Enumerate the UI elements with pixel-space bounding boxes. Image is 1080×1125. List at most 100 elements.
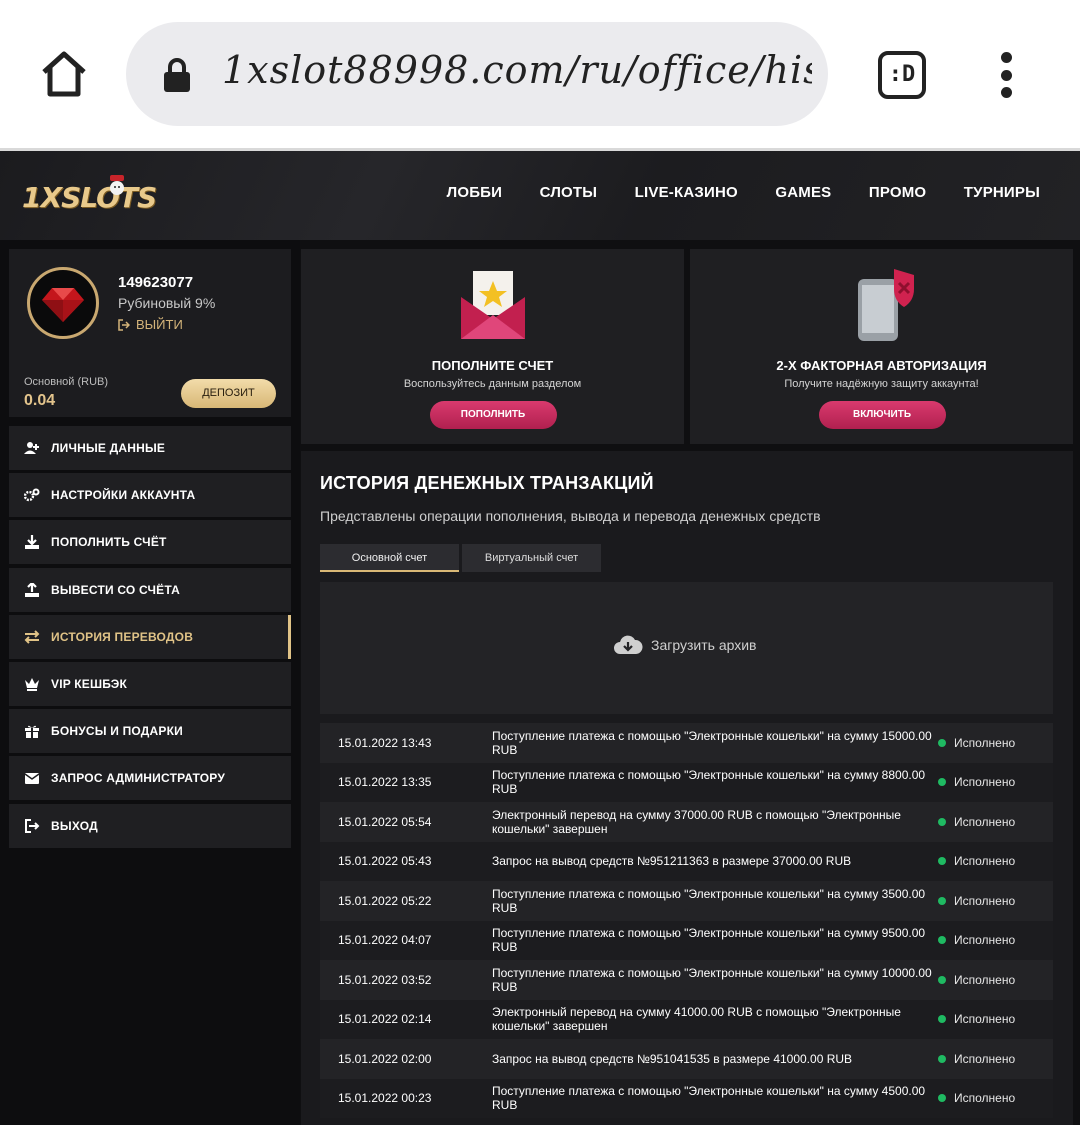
account-sidebar: 149623077 Рубиновый 9% ВЫЙТИ Основной (R… — [0, 240, 300, 1125]
tx-status-label: Исполнено — [954, 775, 1016, 790]
deposit-button[interactable]: ДЕПОЗИТ — [181, 379, 276, 408]
tx-description: Электронный перевод на сумму 41000.00 RU… — [492, 1005, 901, 1034]
sidebar-item-label: ЛИЧНЫЕ ДАННЫЕ — [51, 441, 166, 455]
table-row: 15.01.2022 03:52 Поступление платежа с п… — [320, 960, 1053, 1000]
cloud-download-icon — [614, 635, 643, 654]
tx-date: 15.01.2022 03:52 — [338, 972, 432, 987]
download-icon — [25, 535, 39, 550]
sidebar-item-exit[interactable]: ВЫХОД — [9, 803, 291, 848]
site-header: 1XSLOTS ЛОББИ СЛОТЫ LIVE-КАЗИНО GAMES ПР… — [0, 151, 1080, 240]
top-up-button[interactable]: ПОПОЛНИТЬ — [429, 401, 557, 429]
status-dot-icon — [938, 1015, 946, 1024]
status-dot-icon — [938, 896, 946, 905]
phone-shield-icon — [857, 269, 914, 341]
transfer-arrows-icon — [24, 630, 40, 644]
table-row: 15.01.2022 13:35 Поступление платежа с п… — [320, 762, 1053, 802]
tx-description: Запрос на вывод средств №951041535 в раз… — [492, 1051, 853, 1066]
enable-2fa-button[interactable]: ВКЛЮЧИТЬ — [818, 401, 946, 429]
card-title: ПОПОЛНИТЕ СЧЕТ — [431, 358, 554, 373]
sidebar-item-account-settings[interactable]: НАСТРОЙКИ АККАУНТА — [9, 473, 291, 518]
home-icon[interactable] — [38, 48, 90, 100]
nav-promo[interactable]: ПРОМО — [869, 184, 926, 201]
table-row: 15.01.2022 02:00 Запрос на вывод средств… — [320, 1039, 1053, 1079]
logo-text: 1XSLOTS — [22, 181, 157, 214]
envelope-icon — [24, 773, 40, 785]
lock-icon — [164, 58, 190, 92]
tx-description: Поступление платежа с помощью "Электронн… — [492, 768, 926, 797]
tx-date: 15.01.2022 05:54 — [338, 814, 432, 829]
table-row: 15.01.2022 02:14 Электронный перевод на … — [320, 999, 1053, 1039]
avatar — [27, 267, 99, 339]
status-badge: Исполнено — [938, 1091, 1015, 1105]
browser-toolbar: 1xslot88998.com/ru/office/history :D — [0, 0, 1080, 148]
logout-icon — [118, 318, 130, 331]
ruby-gem-icon — [42, 288, 84, 322]
main-nav: ЛОББИ СЛОТЫ LIVE-КАЗИНО GAMES ПРОМО ТУРН… — [409, 184, 1040, 201]
status-badge: Исполнено — [938, 815, 1015, 829]
sidebar-item-label: VIP КЕШБЭК — [51, 676, 128, 691]
page-subtitle: Представлены операции пополнения, вывода… — [320, 508, 821, 524]
sidebar-item-label: БОНУСЫ И ПОДАРКИ — [51, 724, 183, 739]
site-logo[interactable]: 1XSLOTS — [22, 175, 172, 217]
tx-description: Поступление платежа с помощью "Электронн… — [492, 886, 926, 915]
upload-icon — [25, 582, 39, 597]
sidebar-item-label: ИСТОРИЯ ПЕРЕВОДОВ — [51, 629, 194, 644]
tx-description: Поступление платежа с помощью "Электронн… — [492, 926, 926, 955]
nav-games[interactable]: GAMES — [775, 184, 831, 201]
sidebar-item-transfer-history[interactable]: ИСТОРИЯ ПЕРЕВОДОВ — [9, 614, 291, 659]
status-dot-icon — [938, 1054, 946, 1063]
tx-date: 15.01.2022 05:22 — [338, 893, 432, 908]
status-dot-icon — [938, 817, 946, 826]
status-dot-icon — [938, 1094, 946, 1103]
nav-lobby[interactable]: ЛОББИ — [447, 184, 503, 201]
tab-main-account[interactable]: Основной счет — [320, 544, 459, 572]
logout-link[interactable]: ВЫЙТИ — [118, 317, 183, 332]
table-row: 15.01.2022 04:07 Поступление платежа с п… — [320, 920, 1053, 960]
tx-status-label: Исполнено — [954, 1012, 1016, 1027]
status-badge: Исполнено — [938, 933, 1015, 947]
archive-label: Загрузить архив — [651, 637, 757, 653]
envelope-star-icon — [460, 271, 525, 339]
tab-virtual-account[interactable]: Виртуальный счет — [462, 544, 601, 572]
transaction-history-panel: ИСТОРИЯ ДЕНЕЖНЫХ ТРАНЗАКЦИЙ Представлены… — [301, 451, 1073, 1125]
download-archive-button[interactable]: Загрузить архив — [613, 634, 757, 656]
address-bar[interactable]: 1xslot88998.com/ru/office/history — [126, 22, 828, 126]
sidebar-item-label: ВЫХОД — [51, 818, 98, 833]
tx-description: Поступление платежа с помощью "Электронн… — [492, 728, 932, 757]
status-dot-icon — [938, 975, 946, 984]
browser-menu-icon[interactable] — [996, 52, 1016, 98]
logout-label: ВЫЙТИ — [136, 317, 183, 332]
nav-live-casino[interactable]: LIVE-КАЗИНО — [635, 184, 738, 201]
card-title: 2-Х ФАКТОРНАЯ АВТОРИЗАЦИЯ — [776, 358, 987, 373]
tx-date: 15.01.2022 13:43 — [338, 735, 432, 750]
url-text[interactable]: 1xslot88998.com/ru/office/history — [222, 48, 812, 100]
page-title: ИСТОРИЯ ДЕНЕЖНЫХ ТРАНЗАКЦИЙ — [320, 473, 654, 493]
nav-slots[interactable]: СЛОТЫ — [540, 184, 598, 201]
status-dot-icon — [938, 936, 946, 945]
sidebar-item-withdraw[interactable]: ВЫВЕСТИ СО СЧЁТА — [9, 567, 291, 612]
tx-status-label: Исполнено — [954, 854, 1016, 869]
tx-date: 15.01.2022 05:43 — [338, 854, 432, 869]
tx-status-label: Исполнено — [954, 1091, 1016, 1106]
status-dot-icon — [938, 857, 946, 866]
extension-button[interactable]: :D — [878, 51, 926, 99]
tx-description: Поступление платежа с помощью "Электронн… — [492, 1084, 926, 1113]
sidebar-item-vip-cashback[interactable]: VIP КЕШБЭК — [9, 661, 291, 706]
sidebar-item-admin-request[interactable]: ЗАПРОС АДМИНИСТРАТОРУ — [9, 756, 291, 801]
tx-date: 15.01.2022 00:23 — [338, 1091, 432, 1106]
user-id: 149623077 — [118, 274, 194, 291]
sidebar-item-label: ЗАПРОС АДМИНИСТРАТОРУ — [51, 771, 225, 786]
table-row: 15.01.2022 05:54 Электронный перевод на … — [320, 802, 1053, 842]
table-row: 15.01.2022 05:22 Поступление платежа с п… — [320, 881, 1053, 921]
tx-description: Запрос на вывод средств №951211363 в раз… — [492, 854, 852, 869]
sidebar-item-bonuses[interactable]: БОНУСЫ И ПОДАРКИ — [9, 709, 291, 754]
sidebar-item-deposit[interactable]: ПОПОЛНИТЬ СЧЁТ — [9, 520, 291, 565]
sidebar-item-personal-data[interactable]: ЛИЧНЫЕ ДАННЫЕ — [9, 426, 291, 470]
nav-tournaments[interactable]: ТУРНИРЫ — [964, 184, 1040, 201]
sidebar-item-label: ВЫВЕСТИ СО СЧЁТА — [51, 582, 181, 597]
table-row: 15.01.2022 05:43 Запрос на вывод средств… — [320, 841, 1053, 881]
status-badge: Исполнено — [938, 894, 1015, 908]
tx-date: 15.01.2022 02:14 — [338, 1012, 432, 1027]
gift-icon — [25, 725, 39, 739]
card-subtitle: Воспользуйтесь данным разделом — [403, 378, 582, 390]
